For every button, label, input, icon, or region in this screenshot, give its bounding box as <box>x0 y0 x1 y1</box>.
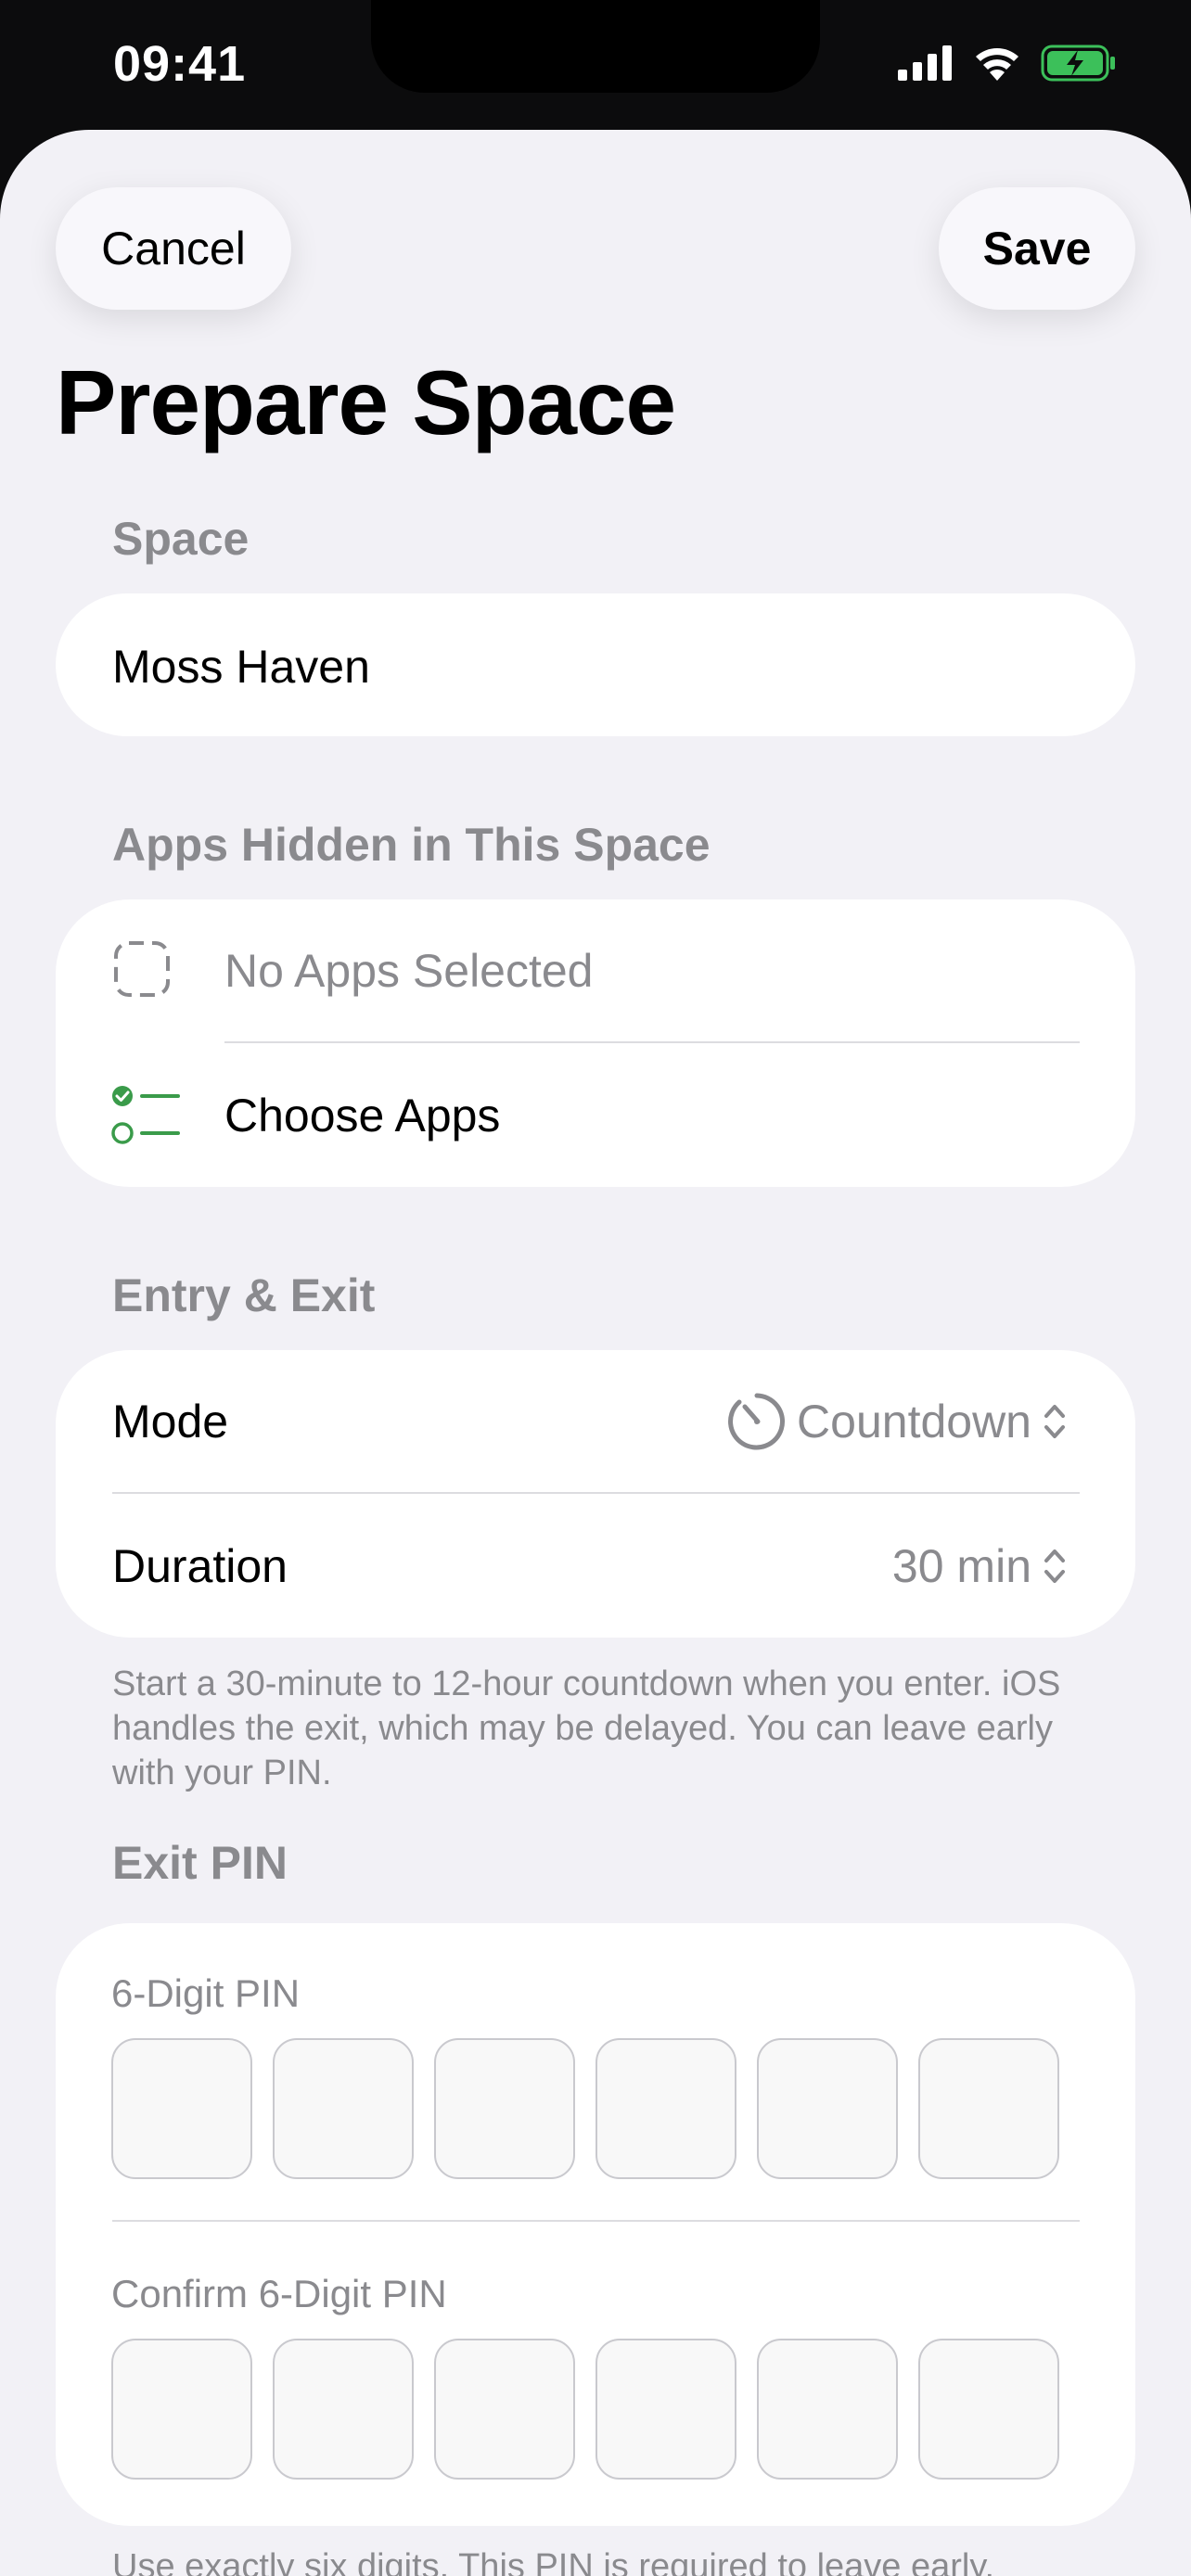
dashed-square-icon <box>114 941 170 997</box>
pin-card: 6-Digit PIN Confirm 6-Digit PIN <box>56 1923 1135 2526</box>
confirm-pin-digit-field[interactable] <box>918 2339 1059 2480</box>
wifi-icon <box>976 48 1018 81</box>
status-icons <box>898 45 1117 82</box>
pin-digit-field[interactable] <box>434 2038 575 2179</box>
mode-row[interactable]: Mode Countdown <box>56 1350 1135 1493</box>
pin-digit-field[interactable] <box>596 2038 736 2179</box>
pin-digit-field[interactable] <box>111 2038 252 2179</box>
pin-label: 6-Digit PIN <box>111 1971 301 2015</box>
space-section-header: Space <box>112 513 250 565</box>
mode-value: Countdown <box>797 1396 1031 1447</box>
pin-section-header: Exit PIN <box>112 1837 288 1889</box>
checklist-icon <box>111 1086 180 1144</box>
duration-picker[interactable]: 30 min <box>892 1539 1069 1593</box>
pin-digit-field[interactable] <box>273 2038 414 2179</box>
duration-value: 30 min <box>891 1540 1031 1592</box>
confirm-pin-digit-field[interactable] <box>757 2339 898 2480</box>
status-bar: 09:41 <box>0 0 1191 130</box>
duration-row[interactable]: Duration 30 min <box>56 1495 1135 1638</box>
chevron-up-down-icon <box>1044 1549 1065 1583</box>
pin-divider <box>112 2220 1080 2222</box>
confirm-pin-digit-field[interactable] <box>111 2339 252 2480</box>
notch <box>371 0 820 93</box>
choose-apps-row[interactable]: Choose Apps <box>56 1044 1135 1187</box>
apps-section-header: Apps Hidden in This Space <box>112 819 711 871</box>
chevron-up-down-icon <box>1044 1405 1065 1438</box>
duration-label: Duration <box>112 1540 288 1592</box>
page-title: Prepare Space <box>56 351 676 453</box>
entry-exit-card: Mode Countdown Duration 30 min <box>56 1350 1135 1638</box>
entry-exit-divider <box>112 1492 1080 1494</box>
pin-digit-field[interactable] <box>757 2038 898 2179</box>
space-name-value: Moss Haven <box>112 641 370 693</box>
confirm-pin-digit-field[interactable] <box>596 2339 736 2480</box>
pin-entry-row <box>111 2038 1059 2179</box>
confirm-pin-entry-row <box>111 2339 1059 2480</box>
apps-divider <box>224 1041 1080 1043</box>
no-apps-label: No Apps Selected <box>224 945 594 997</box>
cellular-signal-icon <box>898 45 952 81</box>
mode-label: Mode <box>112 1396 229 1447</box>
mode-picker[interactable]: Countdown <box>726 1391 1069 1452</box>
status-time: 09:41 <box>113 36 247 92</box>
confirm-pin-label: Confirm 6-Digit PIN <box>111 2272 447 2315</box>
entry-exit-section-header: Entry & Exit <box>112 1269 376 1321</box>
apps-card: No Apps Selected Choose Apps <box>56 899 1135 1187</box>
entry-exit-footnote: Start a 30-minute to 12-hour countdown w… <box>112 1664 1061 1792</box>
confirm-pin-digit-field[interactable] <box>434 2339 575 2480</box>
cancel-button[interactable]: Cancel <box>56 187 291 310</box>
space-name-field[interactable]: Moss Haven <box>56 593 1135 736</box>
pin-digit-field[interactable] <box>918 2038 1059 2179</box>
battery-charging-icon <box>1041 45 1115 82</box>
save-button[interactable]: Save <box>939 187 1135 310</box>
sheet: Cancel Save Prepare Space Space Moss Hav… <box>0 130 1191 2576</box>
choose-apps-label: Choose Apps <box>224 1090 501 1141</box>
pin-footnote: Use exactly six digits. This PIN is requ… <box>112 2547 995 2576</box>
confirm-pin-digit-field[interactable] <box>273 2339 414 2480</box>
timer-icon <box>728 1393 786 1450</box>
